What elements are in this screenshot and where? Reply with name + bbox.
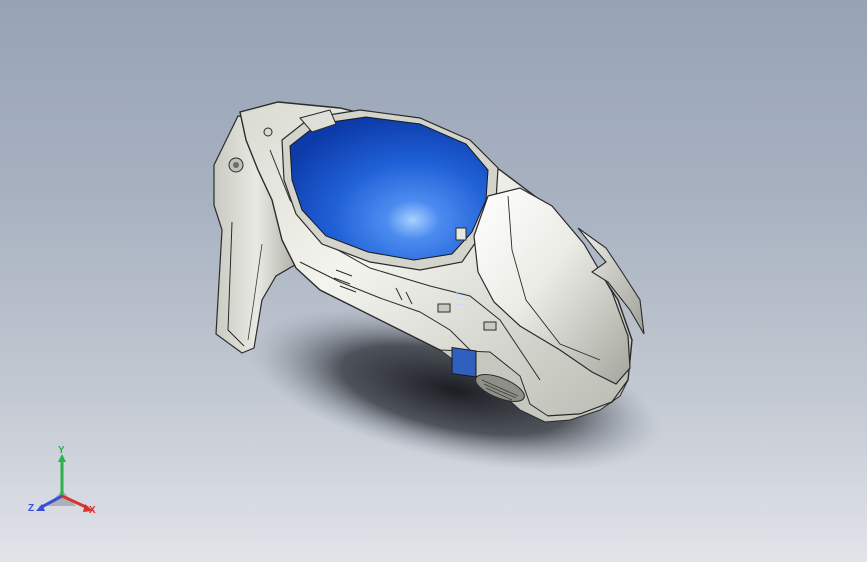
round-port-inner xyxy=(233,162,239,168)
triad-x-label: X xyxy=(89,505,96,516)
bolt xyxy=(263,127,273,137)
orientation-triad: Y Z X xyxy=(26,446,106,526)
graphics-viewport[interactable]: Y Z X xyxy=(0,0,867,562)
triad-z-label: Z xyxy=(28,503,35,514)
side-tab xyxy=(483,321,497,331)
model-render[interactable] xyxy=(0,0,867,562)
triad-y-label: Y xyxy=(58,445,65,456)
side-slot xyxy=(437,303,451,313)
canopy-latch xyxy=(455,227,467,241)
